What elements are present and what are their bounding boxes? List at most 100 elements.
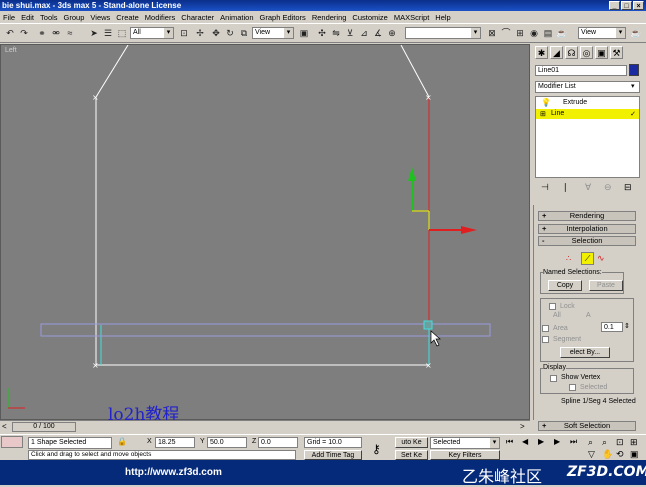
menu-item-rendering[interactable]: Rendering [309,13,350,22]
rollout-soft-selection[interactable]: + Soft Selection [538,421,636,431]
menu-item-create[interactable]: Create [113,13,142,22]
mirror-icon[interactable]: ⇋ [330,27,342,39]
hierarchy-tab-icon[interactable]: ☊ [565,46,578,59]
undo-icon[interactable]: ↶ [4,27,16,39]
show-selected-checkbox[interactable] [569,384,576,391]
pan-icon[interactable]: ✋ [602,449,613,460]
field-of-view-icon[interactable]: ▽ [588,449,595,460]
unlink-icon[interactable]: ⚮ [50,27,62,39]
select-by-button[interactable]: elect By... [560,347,610,358]
pin-stack-icon[interactable]: ⊣ [541,182,549,193]
utilities-tab-icon[interactable]: ⚒ [610,46,623,59]
area-value-field[interactable]: 0.1 [601,322,623,332]
key-icon[interactable]: ⚷ [372,442,381,456]
render-last-icon[interactable]: ☕ [630,27,642,39]
bind-space-warp-icon[interactable]: ≈ [64,27,76,39]
menu-item-modifiers[interactable]: Modifiers [142,13,178,22]
object-color-swatch[interactable] [629,64,639,76]
configure-sets-icon[interactable]: ⊟ [624,182,632,193]
stack-item-line-row[interactable]: ⊞ Line ✓ [536,109,639,119]
go-to-end-icon[interactable]: ⏭ [570,437,577,447]
menu-item-group[interactable]: Group [61,13,88,22]
render-view-dropdown[interactable]: View [578,27,626,39]
time-next-icon[interactable]: > [520,422,525,431]
maximize-viewport-icon[interactable]: ▣ [630,449,639,460]
select-by-name-icon[interactable]: ☰ [102,27,114,39]
create-tab-icon[interactable]: ✱ [535,46,548,59]
play-icon[interactable]: ▶ [538,437,544,446]
segment-level-icon[interactable]: ⟋ [581,252,594,265]
area-selection-checkbox[interactable] [542,325,549,332]
menu-item-character[interactable]: Character [178,13,217,22]
key-filters-button[interactable]: Key Filters [430,450,500,460]
menu-item-graph-editors[interactable]: Graph Editors [257,13,309,22]
align-icon[interactable]: ⊻ [344,27,356,39]
go-to-start-icon[interactable]: ⏮ [506,437,513,447]
key-mode-dropdown[interactable]: Selected [430,437,500,449]
vertex-level-icon[interactable]: ∴ [566,254,571,263]
rollout-interpolation[interactable]: + Interpolation [538,224,636,234]
segment-end-checkbox[interactable] [542,336,549,343]
named-selection-dropdown[interactable] [405,27,481,39]
alike-radio-label[interactable]: A [586,312,591,319]
display-tab-icon[interactable]: ▣ [595,46,608,59]
angle-snap-icon[interactable]: ∡ [372,27,384,39]
next-frame-icon[interactable]: ▶ [554,437,560,446]
spinner-snap-icon[interactable]: ⊕ [386,27,398,39]
maximize-button[interactable]: □ [621,1,632,10]
stack-item-extrude[interactable]: Extrude [563,99,587,106]
spline-level-icon[interactable]: ∿ [597,253,605,264]
curve-editor-icon[interactable]: ⌒ [500,27,512,39]
chevron-down-icon[interactable]: ▾ [631,82,635,90]
scale-icon[interactable]: ⧉ [238,27,250,39]
render-scene-icon[interactable]: ▤ [542,27,554,39]
time-prev-icon[interactable]: < [2,422,7,431]
menu-item-help[interactable]: Help [432,13,453,22]
menu-item-edit[interactable]: Edit [18,13,37,22]
arc-rotate-icon[interactable]: ⟲ [616,449,624,460]
remove-modifier-icon[interactable]: ⊖ [604,182,612,193]
x-coordinate-field[interactable]: 18.25 [155,437,195,448]
redo-icon[interactable]: ↷ [18,27,30,39]
maxscript-listener-box[interactable] [1,436,23,448]
snap-icon[interactable]: ⊿ [358,27,370,39]
menu-item-customize[interactable]: Customize [349,13,390,22]
show-end-result-icon[interactable]: ∣ [563,182,568,193]
reference-coordinate-dropdown[interactable]: View [252,27,294,39]
select-link-icon[interactable]: ⚭ [36,27,48,39]
quick-render-icon[interactable]: ☕ [556,27,568,39]
auto-key-button[interactable]: uto Ke [395,437,428,448]
modify-tab-icon[interactable]: ◢ [550,46,563,59]
zoom-icon[interactable]: ⌕ [588,437,593,448]
mirror-selection-icon[interactable]: ⊠ [486,27,498,39]
zoom-all-icon[interactable]: ⌕ [602,437,607,448]
viewport-canvas[interactable]: × × × × [1,45,531,421]
lock-handles-checkbox[interactable] [549,303,556,310]
object-name-field[interactable]: Line01 [535,65,627,76]
motion-tab-icon[interactable]: ◎ [580,46,593,59]
rectangle-selection-icon[interactable]: ⬚ [116,27,128,39]
lightbulb-icon[interactable]: 💡 [541,98,551,107]
schematic-view-icon[interactable]: ⊞ [514,27,526,39]
menu-item-views[interactable]: Views [87,13,113,22]
modifier-list-dropdown[interactable]: Modifier List [535,81,640,93]
menu-item-tools[interactable]: Tools [37,13,61,22]
y-coordinate-field[interactable]: 50.0 [207,437,247,448]
lock-icon[interactable]: 🔒 [117,437,127,446]
close-button[interactable]: × [633,1,644,10]
site-url[interactable]: http://www.zf3d.com [125,467,222,478]
menu-item-file[interactable]: File [0,13,18,22]
time-slider[interactable]: 0 / 100 [12,422,76,432]
z-coordinate-field[interactable]: 0.0 [258,437,298,448]
zoom-extents-icon[interactable]: ⊡ [616,437,624,448]
viewport-label[interactable]: Left [5,47,17,54]
make-unique-icon[interactable]: ∀ [585,182,591,193]
menu-item-animation[interactable]: Animation [217,13,256,22]
show-vertex-checkbox[interactable] [550,375,557,382]
spinner-icon[interactable]: ⇕ [624,322,630,330]
rotate-icon[interactable]: ↻ [224,27,236,39]
axis-constraint-icon[interactable]: ✣ [316,27,328,39]
zoom-extents-all-icon[interactable]: ⊞ [630,437,638,448]
copy-button[interactable]: Copy [548,280,582,291]
select-object-icon[interactable]: ➤ [88,27,100,39]
